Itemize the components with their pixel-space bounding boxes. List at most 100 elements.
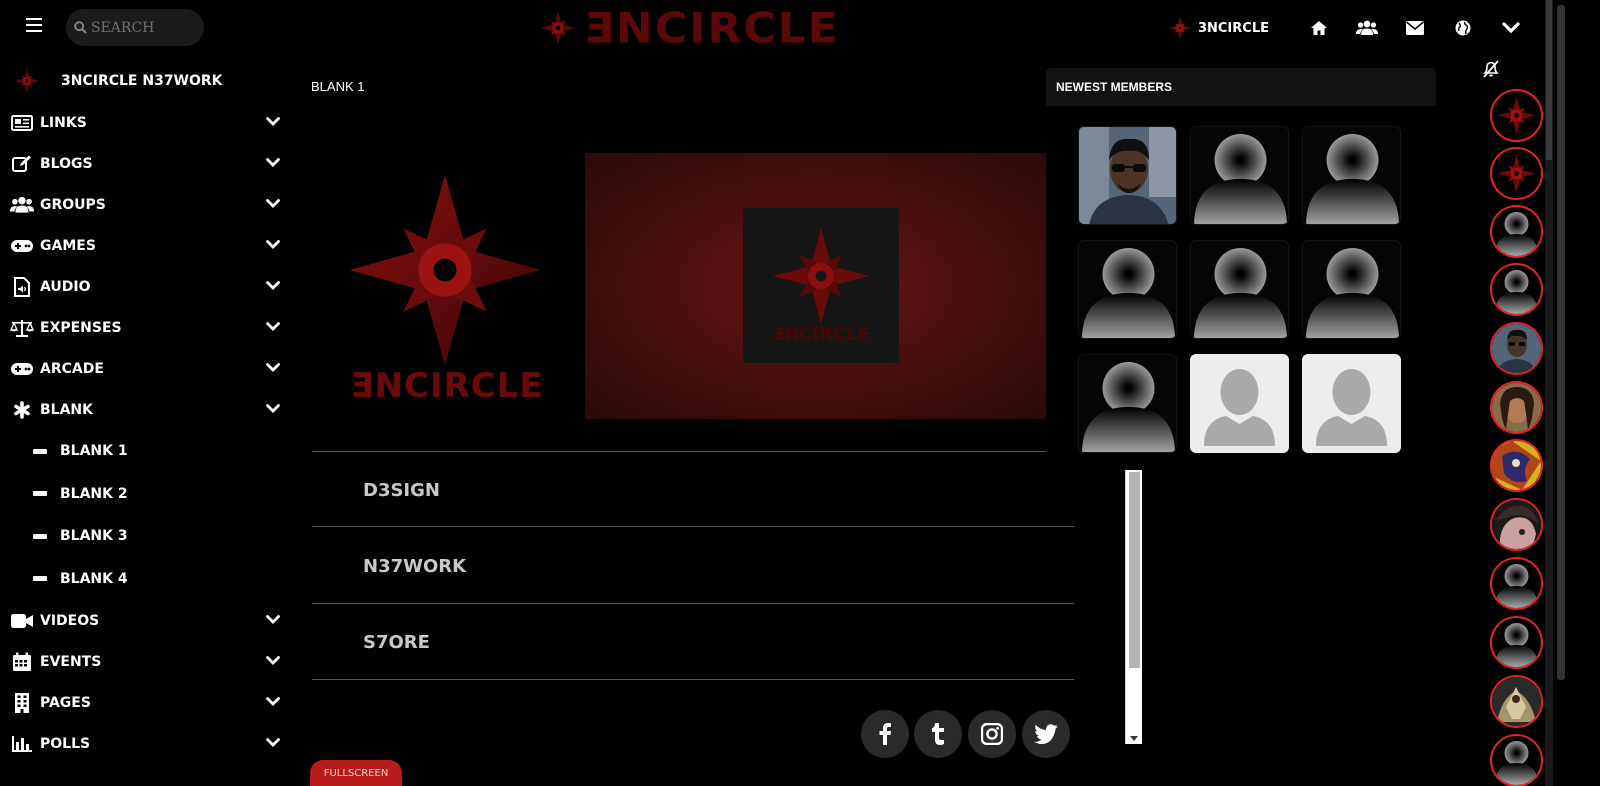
sidebar-item-expenses[interactable]: EXPENSES (0, 307, 290, 348)
sidebar-item-blank[interactable]: BLANK (0, 389, 290, 430)
dash-icon (33, 533, 47, 539)
section-link-n37work[interactable]: N37WORK (363, 556, 466, 577)
sidebar-item-audio[interactable]: AUDIO (0, 266, 290, 307)
sidebar-item-label: GAMES (40, 237, 96, 254)
sidebar-item-arcade[interactable]: ARCADE (0, 348, 290, 389)
brand-logo[interactable]: ƎNCIRCLE (540, 4, 840, 52)
search-input[interactable] (91, 19, 191, 36)
menu-icon[interactable] (26, 18, 42, 32)
calendar-icon (10, 651, 34, 673)
section-divider (312, 451, 1046, 452)
breadcrumb: BLANK 1 (311, 79, 365, 94)
sidebar-item-videos[interactable]: VIDEOS (0, 600, 290, 641)
chevron-down-icon[interactable] (1487, 12, 1535, 44)
fullscreen-button[interactable]: FULLSCREEN (310, 760, 402, 786)
online-user-avatar[interactable] (1490, 439, 1543, 492)
sidebar-item-label: GROUPS (40, 196, 106, 213)
audio-file-icon (10, 276, 34, 298)
online-user-avatar[interactable] (1490, 263, 1543, 316)
chevron-down-icon[interactable] (266, 363, 280, 373)
sidebar-subitem-label: BLANK 3 (60, 528, 128, 545)
video-player[interactable]: ƎNCIRCLE (585, 153, 1046, 419)
sidebar-item-label: AUDIO (40, 278, 91, 295)
sidebar-item-polls[interactable]: POLLS (0, 723, 290, 764)
chevron-down-icon[interactable] (266, 738, 280, 748)
member-placeholder-avatar[interactable] (1302, 354, 1401, 453)
dash-icon (33, 448, 47, 454)
gamepad-icon (10, 358, 34, 380)
scroll-thumb[interactable] (1129, 472, 1140, 668)
online-user-avatar[interactable] (1490, 557, 1543, 610)
sidebar-item-label: BLOGS (40, 155, 93, 172)
member-photo[interactable] (1078, 126, 1177, 225)
section-link-d3sign[interactable]: D3SIGN (363, 480, 440, 501)
chevron-down-icon[interactable] (266, 656, 280, 666)
dash-icon (33, 491, 47, 497)
online-user-avatar[interactable] (1490, 89, 1543, 142)
network-link[interactable]: 3NCIRCLE N37WORK (0, 60, 290, 102)
sidebar-item-groups[interactable]: GROUPS (0, 184, 290, 225)
online-user-avatar[interactable] (1490, 205, 1543, 258)
member-default-avatar[interactable] (1190, 126, 1289, 225)
widget-scrollbar[interactable] (1125, 470, 1142, 744)
page-scrollbar[interactable] (1555, 0, 1567, 786)
twitter-icon[interactable] (1022, 710, 1070, 758)
sidebar-item-links[interactable]: LINKS (0, 102, 290, 143)
sidebar-subitem-blank-2[interactable]: BLANK 2 (0, 473, 290, 516)
chevron-down-icon[interactable] (266, 697, 280, 707)
rail-scrollbar[interactable] (1545, 0, 1553, 786)
gamepad-icon (10, 235, 34, 257)
search-box[interactable] (66, 9, 204, 46)
sidebar-subitem-blank-3[interactable]: BLANK 3 (0, 515, 290, 558)
member-default-avatar[interactable] (1078, 240, 1177, 339)
chevron-down-icon[interactable] (266, 281, 280, 291)
chevron-down-icon[interactable] (266, 199, 280, 209)
video-icon (10, 610, 34, 632)
newspaper-icon (10, 112, 34, 134)
facebook-icon[interactable] (861, 710, 909, 758)
envelope-icon[interactable] (1391, 12, 1439, 44)
scroll-thumb[interactable] (1557, 5, 1565, 680)
sidebar-item-games[interactable]: GAMES (0, 225, 290, 266)
member-default-avatar[interactable] (1190, 240, 1289, 339)
chevron-down-icon[interactable] (266, 322, 280, 332)
tumblr-icon[interactable] (914, 710, 962, 758)
video-thumbnail[interactable]: ƎNCIRCLE (743, 208, 899, 363)
sidebar-item-blogs[interactable]: BLOGS (0, 143, 290, 184)
sidebar-item-events[interactable]: EVENTS (0, 641, 290, 682)
member-default-avatar[interactable] (1078, 354, 1177, 453)
online-user-avatar[interactable] (1490, 675, 1543, 728)
chevron-down-icon[interactable] (266, 117, 280, 127)
top-right-nav: 3NCIRCLE (1168, 12, 1535, 44)
scroll-down-arrow-icon[interactable] (1130, 736, 1138, 741)
chevron-down-icon[interactable] (266, 615, 280, 625)
site-home-link[interactable]: 3NCIRCLE (1168, 16, 1269, 40)
online-user-avatar[interactable] (1490, 734, 1543, 786)
section-divider (312, 679, 1074, 680)
users-icon (10, 194, 34, 216)
notifications-muted-icon[interactable] (1481, 59, 1501, 83)
globe-icon[interactable] (1439, 12, 1487, 44)
chevron-down-icon[interactable] (266, 240, 280, 250)
sidebar-item-label: LINKS (40, 114, 87, 131)
balance-scale-icon (10, 317, 34, 339)
sidebar-item-pages[interactable]: PAGES (0, 682, 290, 723)
sidebar-item-label: EVENTS (40, 653, 102, 670)
online-user-avatar[interactable] (1490, 381, 1543, 434)
member-default-avatar[interactable] (1302, 240, 1401, 339)
member-default-avatar[interactable] (1302, 126, 1401, 225)
instagram-icon[interactable] (968, 710, 1016, 758)
member-placeholder-avatar[interactable] (1190, 354, 1289, 453)
sidebar-subitem-blank-1[interactable]: BLANK 1 (0, 430, 290, 473)
online-user-avatar[interactable] (1490, 498, 1543, 551)
chevron-down-icon[interactable] (266, 158, 280, 168)
home-icon[interactable] (1295, 12, 1343, 44)
chevron-down-icon[interactable] (266, 404, 280, 414)
online-user-avatar[interactable] (1490, 147, 1543, 200)
scroll-thumb[interactable] (1546, 0, 1552, 160)
online-user-avatar[interactable] (1490, 322, 1543, 375)
users-icon[interactable] (1343, 12, 1391, 44)
section-link-s7ore[interactable]: S7ORE (363, 632, 430, 653)
online-user-avatar[interactable] (1490, 616, 1543, 669)
sidebar-subitem-blank-4[interactable]: BLANK 4 (0, 558, 290, 601)
